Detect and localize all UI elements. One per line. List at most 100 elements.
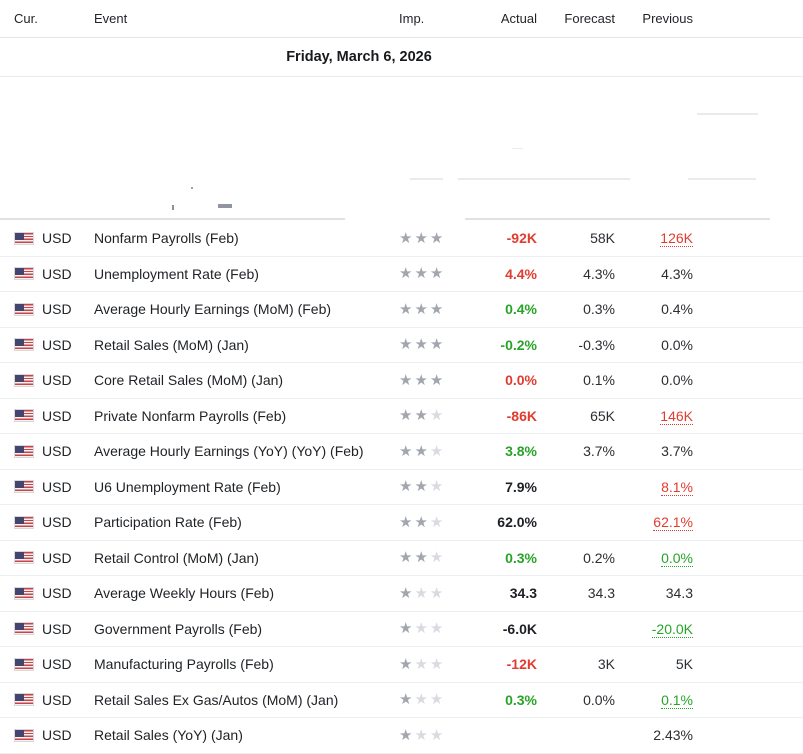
placeholder-mark — [172, 205, 174, 210]
star-filled-icon: ★ — [399, 584, 415, 602]
previous-value-text: 0.1% — [661, 691, 693, 709]
star-empty-icon: ★ — [429, 655, 446, 673]
event-row[interactable]: USD Nonfarm Payrolls (Feb) ★★★ -92K 58K 126K — [0, 221, 803, 257]
placeholder-line — [0, 218, 345, 220]
importance-stars: ★★★ — [399, 621, 463, 636]
currency-code: USD — [42, 549, 72, 566]
event-row[interactable]: USD Average Hourly Earnings (YoY) (YoY) (… — [0, 434, 803, 470]
previous-value-text: 8.1% — [661, 478, 693, 496]
event-link[interactable]: Average Weekly Hours (Feb) — [94, 585, 399, 601]
event-row[interactable]: USD Retail Sales Ex Gas/Autos (MoM) (Jan)… — [0, 683, 803, 718]
currency-code: USD — [42, 691, 72, 708]
previous-value: 0.0% — [615, 549, 693, 567]
star-empty-icon: ★ — [414, 691, 430, 709]
event-link[interactable]: Average Hourly Earnings (MoM) (Feb) — [94, 301, 399, 317]
event-link[interactable]: Retail Sales (MoM) (Jan) — [94, 337, 399, 353]
star-filled-icon: ★ — [399, 726, 415, 744]
placeholder-line — [410, 178, 443, 180]
star-empty-icon: ★ — [429, 584, 446, 602]
us-flag-icon — [14, 693, 34, 707]
importance-stars: ★★★ — [399, 692, 463, 707]
star-empty-icon: ★ — [429, 442, 446, 460]
event-link[interactable]: Retail Sales Ex Gas/Autos (MoM) (Jan) — [94, 692, 399, 708]
currency-code: USD — [42, 620, 72, 637]
previous-value: -20.0K — [615, 620, 693, 638]
event-row[interactable]: USD Average Hourly Earnings (MoM) (Feb) ★★… — [0, 292, 803, 328]
importance-stars: ★★★ — [399, 728, 463, 743]
event-row[interactable]: USD Retail Sales (MoM) (Jan) ★★★ -0.2% -0.3%… — [0, 328, 803, 363]
previous-value: 0.1% — [615, 691, 693, 709]
star-filled-icon: ★ — [414, 442, 430, 460]
star-empty-icon: ★ — [429, 407, 446, 425]
event-link[interactable]: Retail Control (MoM) (Jan) — [94, 550, 399, 566]
currency-code: USD — [42, 301, 72, 318]
star-filled-icon: ★ — [414, 549, 430, 567]
placeholder-mark — [218, 204, 232, 208]
event-link[interactable]: Unemployment Rate (Feb) — [94, 266, 399, 282]
star-empty-icon: ★ — [414, 726, 430, 744]
importance-stars: ★★★ — [399, 337, 463, 352]
importance-stars: ★★★ — [399, 231, 463, 246]
placeholder-line — [465, 218, 770, 220]
star-filled-icon: ★ — [399, 265, 415, 283]
event-row[interactable]: USD Retail Control (MoM) (Jan) ★★★ 0.3% 0.2%… — [0, 541, 803, 576]
actual-value-text: 0.0% — [505, 372, 537, 389]
star-filled-icon: ★ — [399, 620, 415, 638]
forecast-value: 0.2% — [537, 550, 615, 566]
us-flag-icon — [14, 551, 34, 565]
actual-value: 0.0% — [463, 372, 537, 388]
previous-value: 34.3 — [615, 585, 693, 601]
event-link[interactable]: Manufacturing Payrolls (Feb) — [94, 656, 399, 672]
event-row[interactable]: USD Retail Sales (YoY) (Jan) ★★★ 2.43% — [0, 718, 803, 754]
us-flag-icon — [14, 409, 34, 423]
event-link[interactable]: Government Payrolls (Feb) — [94, 621, 399, 637]
event-row[interactable]: USD Private Nonfarm Payrolls (Feb) ★★★ -86K… — [0, 399, 803, 434]
currency-code: USD — [42, 407, 72, 424]
star-empty-icon: ★ — [429, 478, 446, 496]
star-filled-icon: ★ — [414, 478, 430, 496]
forecast-value: 65K — [537, 408, 615, 424]
event-row[interactable]: USD Participation Rate (Feb) ★★★ 62.0% 62.1% — [0, 505, 803, 541]
actual-value-text: 0.3% — [505, 691, 537, 708]
event-link[interactable]: Average Hourly Earnings (YoY) (YoY) (Feb… — [94, 443, 399, 459]
actual-value: 0.3% — [463, 692, 537, 708]
us-flag-icon — [14, 622, 34, 636]
star-filled-icon: ★ — [414, 407, 430, 425]
star-filled-icon: ★ — [429, 336, 446, 354]
actual-value-text: 62.0% — [497, 514, 537, 531]
us-flag-icon — [14, 728, 34, 742]
event-row[interactable]: USD U6 Unemployment Rate (Feb) ★★★ 7.9% 8.1% — [0, 470, 803, 505]
importance-stars: ★★★ — [399, 515, 463, 530]
event-row[interactable]: USD Unemployment Rate (Feb) ★★★ 4.4% 4.3% 4.3… — [0, 257, 803, 292]
actual-value: -92K — [463, 230, 537, 246]
currency-code: USD — [42, 585, 72, 602]
event-link[interactable]: Nonfarm Payrolls (Feb) — [94, 230, 399, 246]
importance-stars: ★★★ — [399, 373, 463, 388]
previous-value: 3.7% — [615, 443, 693, 459]
event-link[interactable]: Participation Rate (Feb) — [94, 514, 399, 530]
event-row[interactable]: USD Manufacturing Payrolls (Feb) ★★★ -12K 3K… — [0, 647, 803, 683]
currency-code: USD — [42, 656, 72, 673]
event-link[interactable]: Private Nonfarm Payrolls (Feb) — [94, 408, 399, 424]
forecast-value-text: 3.7% — [583, 443, 615, 460]
us-flag-icon — [14, 657, 34, 671]
importance-stars: ★★★ — [399, 408, 463, 423]
currency-code: USD — [42, 514, 72, 531]
placeholder-line — [697, 113, 758, 115]
event-row[interactable]: USD Core Retail Sales (MoM) (Jan) ★★★ 0.0% 0… — [0, 363, 803, 399]
forecast-value: 58K — [537, 230, 615, 246]
column-header-currency: Cur. — [14, 11, 38, 26]
actual-value: 62.0% — [463, 514, 537, 530]
importance-stars: ★★★ — [399, 266, 463, 281]
event-link[interactable]: Core Retail Sales (MoM) (Jan) — [94, 372, 399, 388]
previous-value: 8.1% — [615, 478, 693, 496]
us-flag-icon — [14, 480, 34, 494]
forecast-value-text: 58K — [590, 230, 615, 247]
event-row[interactable]: USD Government Payrolls (Feb) ★★★ -6.0K -20.… — [0, 612, 803, 647]
event-row[interactable]: USD Average Weekly Hours (Feb) ★★★ 34.3 34.3… — [0, 576, 803, 612]
previous-value-text: 2.43% — [653, 727, 693, 744]
previous-value-text: 5K — [675, 656, 693, 673]
event-link[interactable]: Retail Sales (YoY) (Jan) — [94, 727, 399, 743]
event-link[interactable]: U6 Unemployment Rate (Feb) — [94, 479, 399, 495]
forecast-value: 34.3 — [537, 585, 615, 601]
